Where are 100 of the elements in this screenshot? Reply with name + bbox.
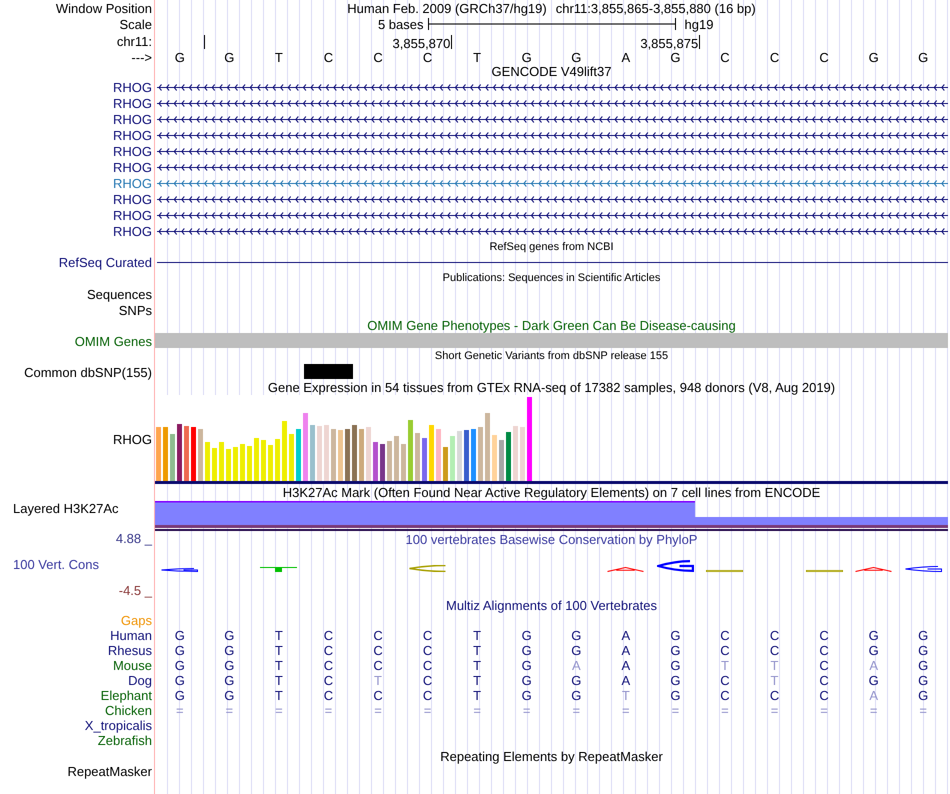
sequence-logo-mark (607, 567, 644, 572)
expression-bar (233, 447, 238, 481)
expression-bar (268, 445, 273, 481)
expression-bar (198, 429, 203, 481)
ruler-tick (699, 34, 700, 48)
expression-bar (212, 448, 217, 481)
sequence-logo-mark (904, 566, 942, 572)
expression-bar (450, 436, 455, 481)
track-label: RHOG (113, 192, 152, 206)
aligned-base: C (719, 673, 731, 688)
assembly-title: Human Feb. 2009 (GRCh37/hg19) (347, 0, 547, 16)
expression-bar (380, 444, 385, 481)
track-label: RHOG (113, 224, 152, 238)
expression-bar (338, 430, 343, 481)
assembly-label: hg19 (684, 16, 714, 32)
track-label: Rhesus (108, 643, 152, 658)
track-label: RefSeq Curated (58, 255, 152, 270)
aligned-base: T (472, 688, 482, 703)
aligned-base: C (818, 643, 830, 658)
aligned-base: = (324, 703, 334, 718)
aligned-base: C (372, 688, 384, 703)
expression-bar (499, 440, 504, 481)
aligned-base: G (223, 643, 236, 658)
expression-bar (205, 442, 210, 481)
aligned-base: C (322, 658, 334, 673)
aligned-base: C (719, 643, 731, 658)
aligned-base: A (620, 673, 632, 688)
aligned-base: = (422, 703, 432, 718)
expression-bar (352, 425, 357, 481)
base-letter: G (174, 50, 186, 65)
aligned-base: G (174, 628, 186, 643)
sequence-logo-mark (656, 560, 694, 572)
position-title: chr11:3,855,865-3,855,880 (16 bp) (556, 0, 756, 16)
track-label: X_tropicalis (84, 718, 152, 733)
expression-bar (170, 434, 175, 481)
track-title: Short Genetic Variants from dbSNP release 155 (434, 349, 668, 364)
aligned-base: C (322, 628, 334, 643)
aligned-base: G (868, 673, 880, 688)
track-label: RHOG (113, 128, 152, 142)
base-letter: C (422, 50, 434, 65)
aligned-base: T (472, 658, 482, 673)
aligned-base: G (669, 658, 682, 673)
aligned-base: = (224, 703, 234, 718)
aligned-base: = (670, 703, 680, 718)
expression-bar (289, 434, 294, 481)
track-label: Gaps (120, 613, 152, 628)
expression-bar (296, 429, 301, 481)
track-label: -4.5 _ (118, 583, 152, 598)
track-title: Multiz Alignments of 100 Vertebrates (446, 598, 657, 613)
aligned-base: C (768, 628, 780, 643)
aligned-base: = (472, 703, 482, 718)
aligned-base: = (522, 703, 532, 718)
track-label: ---> (131, 50, 152, 65)
aligned-base: T (620, 688, 631, 703)
track-label: RHOG (113, 112, 152, 126)
aligned-base: C (719, 688, 731, 703)
expression-bar (513, 426, 518, 481)
expression-bar (457, 431, 462, 481)
aligned-base: A (570, 658, 582, 673)
aligned-base: G (223, 688, 236, 703)
ruler-tick (204, 34, 205, 48)
aligned-base: A (868, 658, 879, 673)
expression-bar (387, 441, 392, 481)
track-label: RHOG (113, 144, 152, 158)
aligned-base: C (818, 688, 830, 703)
expression-bar (373, 442, 378, 481)
sequence-logo-mark (855, 567, 892, 572)
aligned-base: G (917, 658, 930, 673)
base-letter: T (274, 50, 284, 65)
aligned-base: T (373, 673, 383, 688)
track-label: OMIM Genes (74, 334, 152, 348)
sequence-logo-mark (161, 568, 198, 572)
base-letter: C (719, 50, 731, 65)
aligned-base: G (570, 673, 582, 688)
track-label: Human (110, 628, 152, 643)
aligned-base: G (570, 628, 582, 643)
aligned-base: = (571, 703, 582, 718)
base-letter: C (372, 50, 384, 65)
expression-bar (226, 449, 231, 481)
aligned-base: T (274, 643, 284, 658)
expression-bar (443, 447, 448, 481)
expression-bar (275, 439, 280, 481)
track-label: Chicken (105, 703, 152, 718)
aligned-base: G (570, 643, 582, 658)
track-label: Layered H3K27Ac (13, 501, 119, 516)
expression-bar (303, 413, 308, 481)
expression-bar (478, 427, 483, 481)
expression-bar (310, 425, 315, 481)
expression-bar (331, 429, 336, 481)
coordinate-label: 3,855,875 (640, 35, 698, 51)
track-label: RHOG (113, 176, 152, 190)
expression-bar (485, 413, 490, 481)
aligned-base: T (770, 673, 780, 688)
aligned-base: C (719, 628, 731, 643)
expression-bar (219, 442, 224, 481)
track-label: Mouse (112, 658, 152, 673)
track-label: RepeatMasker (67, 764, 152, 779)
aligned-base: C (372, 628, 384, 643)
expression-bar (345, 429, 350, 481)
expression-bar (408, 420, 413, 481)
